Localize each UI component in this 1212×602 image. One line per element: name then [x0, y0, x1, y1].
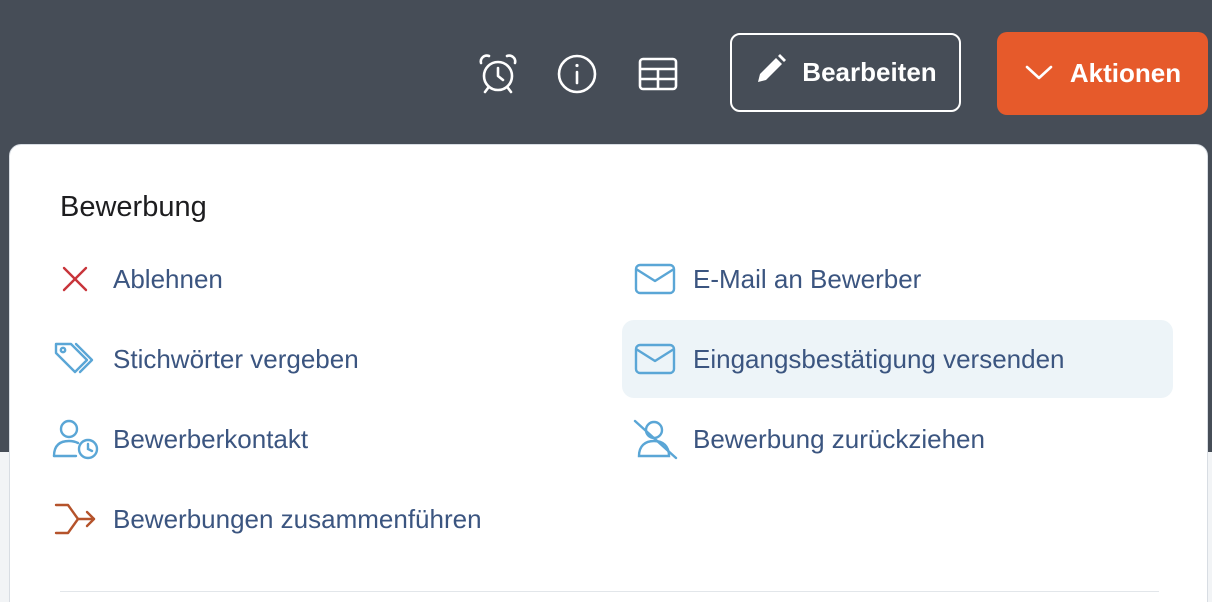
table-icon[interactable] [634, 50, 682, 98]
merge-arrow-icon [50, 497, 100, 541]
pencil-icon [754, 52, 788, 93]
divider [60, 591, 1159, 592]
menu-item-eingangsbestaetigung[interactable]: Eingangsbestätigung versenden [622, 320, 1173, 398]
edit-button-label: Bearbeiten [802, 57, 937, 87]
close-icon [50, 257, 100, 301]
chevron-down-icon [1024, 58, 1054, 89]
info-icon[interactable] [553, 50, 601, 98]
section-title: Bewerbung [60, 191, 207, 223]
actions-button-label: Aktionen [1069, 58, 1182, 88]
menu-item-label: Bewerberkontakt [113, 423, 309, 454]
menu-item-ablehnen[interactable]: Ablehnen [50, 240, 590, 318]
user-slash-icon [630, 417, 680, 461]
menu-item-label: Ablehnen [113, 263, 223, 294]
menu-item-label: Stichwörter vergeben [113, 343, 359, 374]
menu-item-zurueckziehen[interactable]: Bewerbung zurückziehen [630, 400, 1173, 478]
envelope-icon [630, 337, 680, 381]
edit-button[interactable]: Bearbeiten [730, 33, 961, 112]
user-clock-icon [50, 417, 100, 461]
menu-item-label: Bewerbung zurückziehen [693, 423, 985, 454]
alarm-clock-icon[interactable] [474, 50, 522, 98]
actions-dropdown-panel: Bewerbung Ablehnen Stichwörter vergeben [9, 144, 1208, 602]
actions-button[interactable]: Aktionen [997, 32, 1208, 115]
menu-item-label: Eingangsbestätigung versenden [693, 343, 1065, 374]
menu-item-email-bewerber[interactable]: E-Mail an Bewerber [630, 240, 1173, 318]
tags-icon [50, 337, 100, 381]
menu-item-zusammenfuehren[interactable]: Bewerbungen zusammenführen [50, 480, 590, 558]
menu-item-stichwoerter[interactable]: Stichwörter vergeben [50, 320, 590, 398]
menu-item-bewerberkontakt[interactable]: Bewerberkontakt [50, 400, 590, 478]
menu-item-label: E-Mail an Bewerber [693, 263, 922, 294]
menu-item-label: Bewerbungen zusammenführen [113, 503, 482, 534]
envelope-icon [630, 257, 680, 301]
